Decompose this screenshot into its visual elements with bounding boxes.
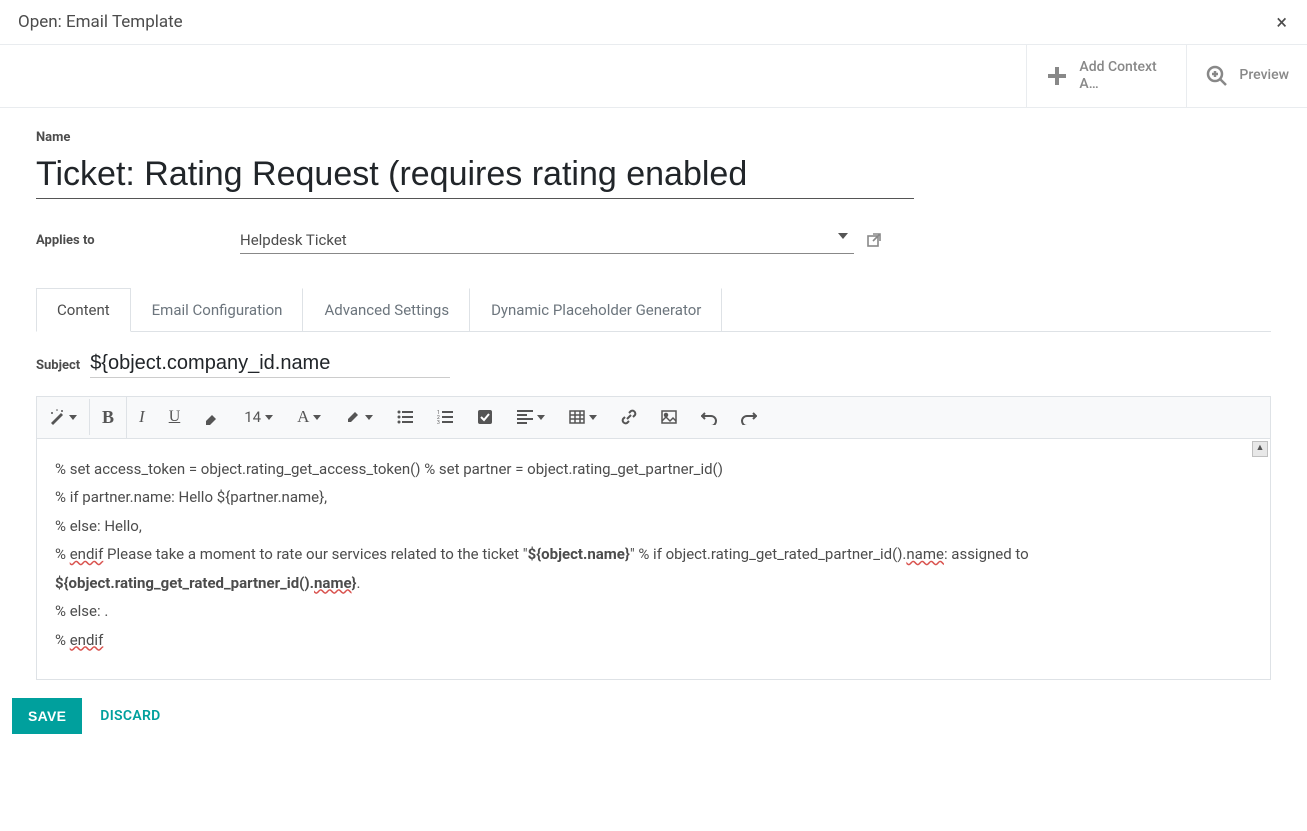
align-button[interactable] xyxy=(505,400,557,434)
font-size-button[interactable]: 14 xyxy=(232,398,285,436)
caret-down-icon xyxy=(838,233,848,239)
bold-button[interactable]: B xyxy=(90,397,126,438)
editor-line: % if partner.name: Hello ${partner.name}… xyxy=(55,483,1252,512)
checklist-button[interactable] xyxy=(465,399,505,435)
name-label: Name xyxy=(36,130,1271,145)
applies-to-label: Applies to xyxy=(36,233,228,248)
name-input[interactable] xyxy=(36,151,914,199)
top-toolbar: Add Context A… Preview xyxy=(0,45,1307,108)
eraser-button[interactable] xyxy=(192,399,232,435)
font-size-value: 14 xyxy=(244,408,261,426)
editor: B I U 14 A xyxy=(36,396,1271,680)
editor-line: % set access_token = object.rating_get_a… xyxy=(55,455,1252,484)
zoom-in-icon xyxy=(1205,64,1229,88)
highlight-button[interactable] xyxy=(333,399,385,435)
underline-button[interactable]: U xyxy=(157,398,193,436)
subject-input[interactable] xyxy=(90,350,450,378)
modal-title: Open: Email Template xyxy=(18,12,183,32)
italic-button[interactable]: I xyxy=(127,397,157,437)
applies-to-row: Applies to Helpdesk Ticket xyxy=(36,227,1271,254)
plus-icon xyxy=(1045,64,1069,88)
modal-header: Open: Email Template × xyxy=(0,0,1307,45)
save-button[interactable]: SAVE xyxy=(12,698,82,734)
add-context-label: Add Context A… xyxy=(1079,59,1168,93)
font-color-button[interactable]: A xyxy=(285,397,333,437)
discard-button[interactable]: DISCARD xyxy=(100,708,160,724)
scroll-up-icon[interactable]: ▲ xyxy=(1252,441,1268,457)
image-button[interactable] xyxy=(649,400,689,434)
editor-toolbar: B I U 14 A xyxy=(37,397,1270,439)
undo-button[interactable] xyxy=(689,399,729,435)
subject-row: Subject xyxy=(36,350,1271,378)
preview-button[interactable]: Preview xyxy=(1186,45,1307,107)
editor-line: % endif xyxy=(55,626,1252,655)
subject-label: Subject xyxy=(36,358,80,373)
editor-content[interactable]: ▲ % set access_token = object.rating_get… xyxy=(37,439,1270,679)
form-body: Name Applies to Helpdesk Ticket Content … xyxy=(0,108,1307,680)
editor-line: % endif Please take a moment to rate our… xyxy=(55,540,1252,597)
tab-email-configuration[interactable]: Email Configuration xyxy=(131,288,304,332)
table-button[interactable] xyxy=(557,400,609,434)
external-link-icon[interactable] xyxy=(866,232,882,248)
svg-text:3: 3 xyxy=(437,420,440,424)
tabs: Content Email Configuration Advanced Set… xyxy=(36,288,1271,332)
editor-line: % else: . xyxy=(55,597,1252,626)
redo-button[interactable] xyxy=(729,399,769,435)
tab-dynamic-placeholder[interactable]: Dynamic Placeholder Generator xyxy=(470,288,722,332)
tab-content[interactable]: Content xyxy=(36,288,131,332)
preview-label: Preview xyxy=(1239,67,1289,84)
add-context-action-button[interactable]: Add Context A… xyxy=(1026,45,1186,107)
tab-advanced-settings[interactable]: Advanced Settings xyxy=(303,288,470,332)
modal-footer: SAVE DISCARD xyxy=(0,680,1307,752)
ordered-list-button[interactable]: 123 xyxy=(425,400,465,434)
editor-line: % else: Hello, xyxy=(55,512,1252,541)
applies-to-value: Helpdesk Ticket xyxy=(240,231,347,249)
close-icon[interactable]: × xyxy=(1276,10,1287,34)
applies-to-select[interactable]: Helpdesk Ticket xyxy=(240,227,854,254)
magic-wand-button[interactable] xyxy=(37,399,89,435)
link-button[interactable] xyxy=(609,399,649,435)
unordered-list-button[interactable] xyxy=(385,400,425,434)
